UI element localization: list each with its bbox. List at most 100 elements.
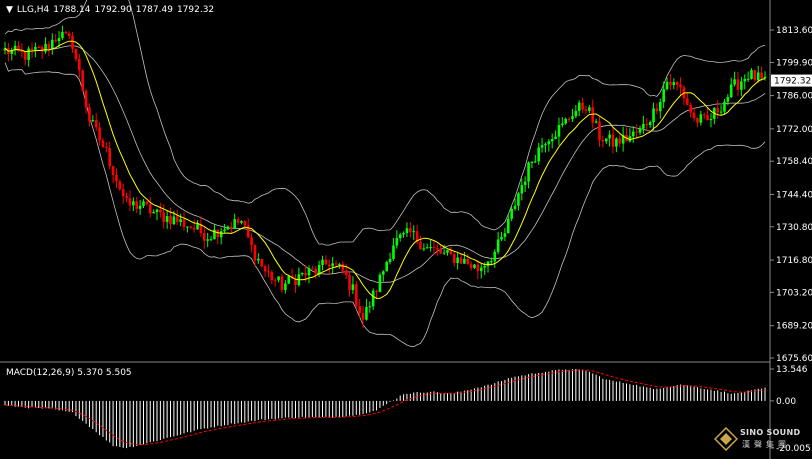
candle-body: [422, 248, 426, 250]
candle-body: [723, 101, 726, 112]
candle-body: [304, 272, 307, 276]
candle-body: [658, 102, 662, 112]
candle-body: [506, 218, 510, 234]
candle-body: [378, 274, 382, 292]
candle-body: [648, 122, 652, 126]
candle-body: [111, 166, 115, 175]
macd-value: 5.370: [77, 368, 103, 378]
candle-body: [756, 72, 760, 81]
candle-body: [642, 123, 645, 129]
candle-body: [550, 139, 554, 142]
candle-body: [371, 290, 375, 307]
ohlc-header: ▼ LLG,H4 1788.14 1792.90 1787.49 1792.32: [6, 5, 218, 15]
candle-body: [243, 221, 247, 226]
candle-body: [351, 284, 355, 291]
close-value: 1792.32: [176, 5, 215, 15]
candle-body: [594, 121, 598, 123]
candle-body: [317, 264, 321, 274]
candle-body: [260, 258, 264, 267]
candle-body: [706, 115, 709, 121]
candle-body: [334, 263, 338, 265]
candle[interactable]: [378, 272, 382, 293]
candle-body: [392, 245, 395, 259]
candle-body: [419, 241, 422, 250]
candle-body: [277, 276, 280, 281]
candle-body: [365, 306, 368, 320]
candle[interactable]: [81, 68, 84, 92]
logo-text-en: SINO SOUND: [740, 428, 801, 437]
open-value: 1788.14: [53, 5, 91, 15]
candle-body: [57, 37, 61, 42]
candle-body: [557, 125, 561, 137]
candle-body: [37, 46, 41, 48]
candle-body: [159, 209, 162, 213]
candle-body: [257, 258, 260, 261]
candle-body: [162, 212, 166, 222]
candle-body: [121, 189, 125, 197]
candle-body: [300, 272, 304, 275]
candle-body: [513, 205, 517, 209]
candle-body: [368, 306, 372, 308]
candle-body: [645, 123, 649, 126]
candle-body: [402, 233, 405, 235]
candle-body: [479, 267, 483, 272]
price-tick-label: 1786.00: [776, 92, 812, 102]
candle[interactable]: [287, 275, 291, 284]
candle-body: [233, 219, 236, 229]
candle-body: [547, 141, 551, 145]
candle-body: [699, 114, 703, 123]
macd-tick-label: 13.546: [776, 365, 808, 375]
candle-body: [743, 78, 747, 82]
macd-tick-label: 0.00: [776, 397, 796, 407]
candle-body: [284, 283, 287, 291]
candle-body: [618, 138, 622, 144]
candle-body: [219, 231, 223, 238]
candle-body: [571, 116, 574, 120]
candle[interactable]: [354, 281, 358, 310]
candle-body: [321, 259, 324, 265]
candle-body: [520, 185, 524, 194]
candle-body: [719, 111, 723, 113]
dropdown-triangle-icon[interactable]: ▼: [6, 5, 13, 15]
candle-body: [78, 58, 81, 71]
candle-body: [152, 212, 155, 214]
candle-body: [307, 268, 311, 276]
candle-body: [692, 112, 696, 119]
candle[interactable]: [753, 69, 757, 82]
candle-body: [223, 229, 226, 232]
candle-body: [561, 123, 564, 126]
candle-body: [469, 264, 473, 268]
candle-body: [67, 33, 71, 37]
candle-body: [631, 131, 635, 137]
candle[interactable]: [260, 258, 264, 268]
candle-body: [338, 263, 341, 265]
candle-body: [341, 263, 345, 271]
candle-body: [327, 264, 331, 267]
candle-body: [669, 81, 672, 86]
candle-body: [118, 181, 122, 190]
candle-body: [655, 108, 659, 112]
candle-body: [385, 262, 388, 272]
candle-body: [604, 138, 608, 142]
candle-body: [132, 201, 135, 206]
candle-body: [615, 138, 618, 147]
candle-body: [530, 161, 534, 163]
candle-body: [544, 144, 547, 146]
candle[interactable]: [385, 260, 388, 272]
candle-body: [145, 201, 149, 205]
candle-body: [216, 229, 220, 238]
candle-body: [189, 226, 193, 228]
candle-body: [436, 247, 439, 250]
candle-body: [30, 48, 34, 50]
candle-body: [686, 98, 689, 105]
candle-body: [382, 271, 385, 275]
candle-body: [584, 109, 588, 111]
candle-body: [128, 198, 132, 206]
candle-body: [108, 148, 112, 167]
candle-body: [466, 258, 470, 265]
candle-body: [287, 276, 291, 284]
price-tick-label: 1675.60: [776, 354, 812, 364]
candle-body: [398, 234, 402, 239]
candle-body: [138, 205, 142, 209]
candle-body: [115, 174, 118, 182]
